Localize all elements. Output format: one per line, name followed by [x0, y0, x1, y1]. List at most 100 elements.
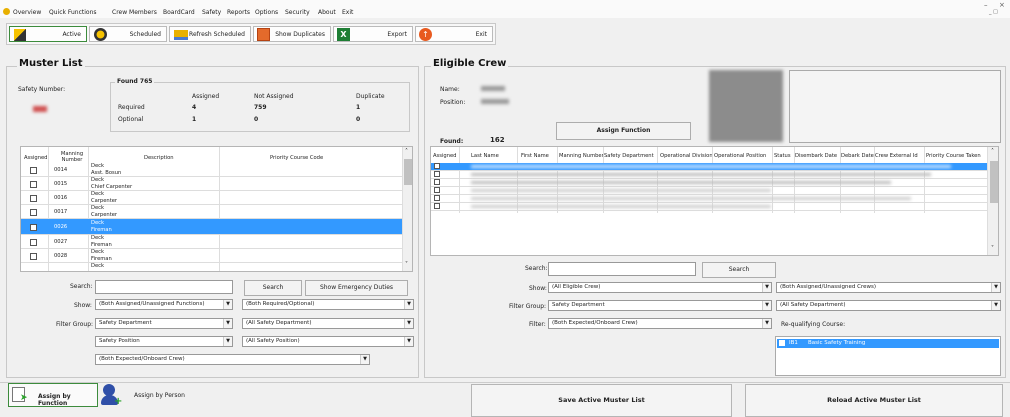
row-checkbox[interactable]: [434, 203, 440, 209]
eligible-row[interactable]: [431, 179, 987, 187]
expected-onboard-select[interactable]: (Both Expected/Onboard Crew) ▼: [95, 354, 370, 365]
chevron-down-icon[interactable]: ▼: [404, 319, 413, 328]
table-row[interactable]: 0027 Deck Fireman: [21, 235, 402, 249]
menu-about[interactable]: About: [318, 9, 336, 16]
grid-header-assigned[interactable]: Assigned: [24, 155, 47, 161]
chevron-down-icon[interactable]: ▼: [762, 319, 771, 328]
reload-active-muster-list-button[interactable]: Reload Active Muster List: [745, 384, 1003, 417]
row-checkbox[interactable]: [434, 179, 440, 185]
refresh-scheduled-button[interactable]: Refresh Scheduled: [169, 26, 251, 42]
menu-security[interactable]: Security: [285, 9, 310, 16]
row-checkbox[interactable]: [434, 195, 440, 201]
assign-by-function-tab[interactable]: ➤ Assign by Function: [8, 383, 98, 407]
eligible-filter-group-select[interactable]: Safety Department ▼: [548, 300, 772, 311]
menu-crew-members[interactable]: Crew Members: [112, 9, 157, 16]
eligible-header-status[interactable]: Status: [774, 153, 791, 159]
eligible-row[interactable]: [431, 171, 987, 179]
safety-position-select[interactable]: Safety Position ▼: [95, 336, 233, 347]
muster-search-input[interactable]: [95, 280, 233, 294]
show-emergency-duties-button[interactable]: Show Emergency Duties: [305, 280, 408, 296]
row-checkbox[interactable]: [30, 167, 37, 174]
menu-quick-functions[interactable]: Quick Functions: [49, 9, 97, 16]
restore-icon[interactable]: _ □: [989, 9, 998, 15]
table-row[interactable]: 0015 Deck Chief Carpenter: [21, 177, 402, 191]
row-checkbox[interactable]: [434, 163, 440, 169]
chevron-down-icon[interactable]: ▼: [991, 301, 1000, 310]
eligible-filter-select[interactable]: (Both Expected/Onboard Crew) ▼: [548, 318, 772, 329]
show-duplicates-button[interactable]: Show Duplicates: [253, 26, 331, 42]
row-checkbox[interactable]: [30, 253, 37, 260]
course-checkbox[interactable]: [779, 340, 785, 346]
row-checkbox[interactable]: [434, 171, 440, 177]
eligible-search-button[interactable]: Search: [702, 262, 776, 278]
menu-safety[interactable]: Safety: [202, 9, 221, 16]
eligible-row[interactable]: [431, 187, 987, 195]
eligible-header-crew-external-id[interactable]: Crew External Id: [875, 153, 918, 159]
scroll-thumb[interactable]: [990, 161, 998, 203]
exit-button[interactable]: ↑ Exit: [415, 26, 493, 42]
eligible-row-selected[interactable]: [431, 163, 987, 171]
eligible-search-input[interactable]: [548, 262, 696, 276]
table-row[interactable]: 0016 Deck Carpenter: [21, 191, 402, 205]
table-row-selected[interactable]: 0026 Deck Fireman: [21, 219, 402, 235]
grid-header-description[interactable]: Description: [144, 155, 174, 161]
table-row[interactable]: 0017 Deck Carpenter: [21, 205, 402, 219]
eligible-crew-grid[interactable]: Assigned Last Name First Name Manning Nu…: [430, 146, 999, 256]
menu-options[interactable]: Options: [255, 9, 278, 16]
eligible-row[interactable]: [431, 195, 987, 203]
scroll-down-icon[interactable]: ˅: [405, 261, 408, 268]
eligible-header-operational-position[interactable]: Operational Position: [714, 153, 766, 159]
chevron-down-icon[interactable]: ▼: [991, 283, 1000, 292]
muster-search-button[interactable]: Search: [244, 280, 302, 296]
list-item-selected[interactable]: IB1 Basic Safety Training: [777, 339, 999, 348]
chevron-down-icon[interactable]: ▼: [360, 355, 369, 364]
export-button[interactable]: X Export: [333, 26, 413, 42]
table-row[interactable]: 0014 Deck Asst. Bosun: [21, 163, 402, 177]
menu-overview[interactable]: Overview: [13, 9, 41, 16]
active-button[interactable]: Active: [9, 26, 87, 42]
muster-filter-group-select[interactable]: Safety Department ▼: [95, 318, 233, 329]
chevron-down-icon[interactable]: ▼: [223, 300, 232, 309]
muster-safety-department-select[interactable]: (All Safety Department) ▼: [242, 318, 414, 329]
eligible-safety-department-select[interactable]: (All Safety Department) ▼: [776, 300, 1001, 311]
menu-boardcard[interactable]: BoardCard: [163, 9, 195, 16]
eligible-header-disembark-date[interactable]: Disembark Date: [795, 153, 837, 159]
row-checkbox[interactable]: [30, 224, 37, 231]
chevron-down-icon[interactable]: ▼: [762, 283, 771, 292]
scroll-up-icon[interactable]: ˄: [405, 148, 408, 155]
assign-by-person-tab[interactable]: + Assign by Person: [100, 383, 190, 407]
eligible-header-first-name[interactable]: First Name: [521, 153, 549, 159]
eligible-header-debark-date[interactable]: Debark Date: [841, 153, 874, 159]
eligible-header-assigned[interactable]: Assigned: [433, 153, 456, 159]
grid-header-manning[interactable]: Manning Number: [57, 151, 87, 163]
eligible-grid-scrollbar[interactable]: ˄ ˅: [987, 147, 998, 255]
assign-function-button[interactable]: Assign Function: [556, 122, 691, 140]
scroll-thumb[interactable]: [404, 159, 412, 185]
eligible-row[interactable]: [431, 203, 987, 211]
muster-grid[interactable]: Assigned Manning Number Description Prio…: [20, 146, 413, 272]
row-checkbox[interactable]: [30, 181, 37, 188]
row-checkbox[interactable]: [30, 239, 37, 246]
row-checkbox[interactable]: [30, 209, 37, 216]
eligible-header-operational-division[interactable]: Operational Division: [660, 153, 713, 159]
muster-grid-scrollbar[interactable]: ˄ ˅: [402, 147, 412, 271]
chevron-down-icon[interactable]: ▼: [404, 300, 413, 309]
eligible-header-priority-course-taken[interactable]: Priority Course Taken: [926, 153, 981, 159]
chevron-down-icon[interactable]: ▼: [223, 337, 232, 346]
table-row[interactable]: Deck: [21, 263, 402, 271]
grid-header-priority[interactable]: Priority Course Code: [270, 155, 323, 161]
eligible-header-safety-department[interactable]: Safety Department: [604, 153, 654, 159]
scroll-up-icon[interactable]: ˄: [991, 148, 994, 155]
save-active-muster-list-button[interactable]: Save Active Muster List: [471, 384, 732, 417]
chevron-down-icon[interactable]: ▼: [762, 301, 771, 310]
menu-exit[interactable]: Exit: [342, 9, 353, 16]
row-checkbox[interactable]: [30, 195, 37, 202]
menu-reports[interactable]: Reports: [227, 9, 250, 16]
eligible-show-select[interactable]: (All Eligible Crew) ▼: [548, 282, 772, 293]
all-safety-position-select[interactable]: (All Safety Position) ▼: [242, 336, 414, 347]
minimize-icon[interactable]: –: [984, 1, 988, 9]
eligible-header-manning-number[interactable]: Manning Number: [559, 153, 604, 159]
required-optional-select[interactable]: (Both Required/Optional) ▼: [242, 299, 414, 310]
row-checkbox[interactable]: [434, 187, 440, 193]
table-row[interactable]: 0028 Deck Fireman: [21, 249, 402, 263]
